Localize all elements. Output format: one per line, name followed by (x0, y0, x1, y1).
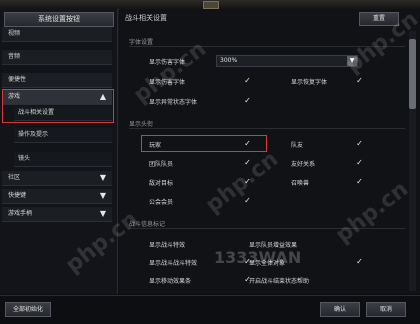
option-all-targets-label: 显示全体对象 (249, 260, 286, 267)
sidebar-item-label: 音频 (8, 53, 21, 60)
option-raid-member-label: 团队队员 (149, 161, 174, 168)
highlight-box-player (141, 135, 267, 152)
chevron-down-icon: ▼ (347, 56, 357, 66)
panel-title: 战斗相关设置 (125, 14, 167, 22)
option-combat-end-help-label: 开启战斗结束状态帮助 (249, 278, 310, 285)
sidebar-item-camera[interactable]: 镜头 (14, 152, 112, 167)
summon-checkbox[interactable]: ✓ (355, 177, 364, 186)
friendly-checkbox[interactable]: ✓ (355, 158, 364, 167)
option-guild-member-label: 公会会员 (149, 199, 174, 206)
sidebar-item-audio[interactable]: 音频 (2, 50, 112, 65)
section-divider (129, 228, 405, 229)
option-hostile-label: 敌对目标 (149, 180, 174, 187)
chevron-down-icon: ▼ (99, 173, 107, 182)
damage-font-size-dropdown[interactable]: 300% ▼ (216, 55, 358, 67)
chevron-down-icon: ▼ (99, 191, 107, 200)
sidebar-item-hotkeys[interactable]: 快捷键 ▼ (2, 189, 112, 204)
guild-member-checkbox[interactable]: ✓ (243, 196, 252, 205)
option-party-buffs-label: 显示队员增益效果 (249, 242, 298, 249)
sidebar-item-label: 快捷键 (8, 192, 27, 199)
combat-end-help-checkbox[interactable] (355, 275, 364, 284)
raid-member-checkbox[interactable]: ✓ (243, 158, 252, 167)
option-combat-effects-2-label: 显示战斗战斗特效 (149, 260, 198, 267)
option-damage-font-size-label: 显示伤害字体 (149, 59, 186, 66)
highlight-box-sidebar (2, 89, 114, 123)
option-damage-font-label: 显示伤害字体 (149, 79, 186, 86)
sidebar-item-controls-tips[interactable]: 操作及提示 (14, 128, 112, 143)
sidebar-item-label: 社区 (8, 174, 21, 181)
sidebar-item-label: 镜头 (18, 155, 31, 162)
status-font-checkbox[interactable]: ✓ (243, 96, 252, 105)
teammate-checkbox[interactable]: ✓ (355, 139, 364, 148)
settings-content-panel: 战斗相关设置 重置 字体设置 显示伤害字体 300% ▼ 显示伤害字体 ✓ 显示… (119, 9, 420, 294)
sidebar-item-label: 操作及提示 (18, 131, 49, 138)
damage-font-checkbox[interactable]: ✓ (243, 76, 252, 85)
scrollbar[interactable] (409, 31, 416, 291)
sidebar-item-label: 游戏手柄 (8, 210, 33, 217)
system-settings-button[interactable]: 系统设置按钮 (4, 12, 114, 27)
ornament-gem (203, 1, 219, 9)
option-combat-effects-label: 显示战斗特效 (149, 242, 186, 249)
section-header-titles: 显示头衔 (129, 121, 154, 128)
section-header-combat-markers: 战斗信息标记 (129, 221, 166, 228)
sidebar-item-community[interactable]: 社区 ▼ (2, 171, 112, 186)
hostile-checkbox[interactable]: ✓ (243, 177, 252, 186)
category-sidebar: 系统设置按钮 视频 音频 便捷性 游戏 ▲ 战斗相关设置 操作及提示 镜头 社区… (0, 9, 118, 294)
sidebar-item-gamepad[interactable]: 游戏手柄 ▼ (2, 207, 112, 222)
reset-all-button[interactable]: 全部初始化 (5, 302, 51, 317)
bottom-action-bar: 全部初始化 确认 取消 (0, 295, 420, 324)
dropdown-value: 300% (220, 57, 238, 64)
reset-button[interactable]: 重置 (359, 12, 399, 26)
chevron-down-icon: ▼ (99, 209, 107, 218)
section-divider (129, 128, 405, 129)
heal-font-checkbox[interactable]: ✓ (355, 76, 364, 85)
sidebar-item-label: 视频 (8, 30, 21, 37)
option-friendly-label: 友好关系 (291, 161, 316, 168)
settings-window: 系统设置按钮 视频 音频 便捷性 游戏 ▲ 战斗相关设置 操作及提示 镜头 社区… (0, 0, 420, 324)
option-movement-bar-label: 显示移动效果条 (149, 278, 192, 285)
scrollbar-thumb[interactable] (409, 39, 416, 109)
sidebar-item-video[interactable]: 视频 (2, 27, 112, 42)
section-divider (129, 46, 405, 47)
party-buffs-checkbox[interactable] (355, 239, 364, 248)
sidebar-item-convenience[interactable]: 便捷性 (2, 73, 112, 88)
confirm-button[interactable]: 确认 (320, 302, 360, 317)
cancel-button[interactable]: 取消 (366, 302, 406, 317)
sidebar-item-label: 便捷性 (8, 76, 27, 83)
option-teammate-label: 队友 (291, 142, 304, 149)
option-summon-label: 召唤兽 (291, 180, 310, 187)
option-heal-font-label: 显示恢复字体 (291, 79, 328, 86)
all-targets-checkbox[interactable]: ✓ (355, 257, 364, 266)
option-status-font-label: 显示异常状态字体 (149, 99, 198, 106)
section-header-font: 字体设置 (129, 39, 154, 46)
